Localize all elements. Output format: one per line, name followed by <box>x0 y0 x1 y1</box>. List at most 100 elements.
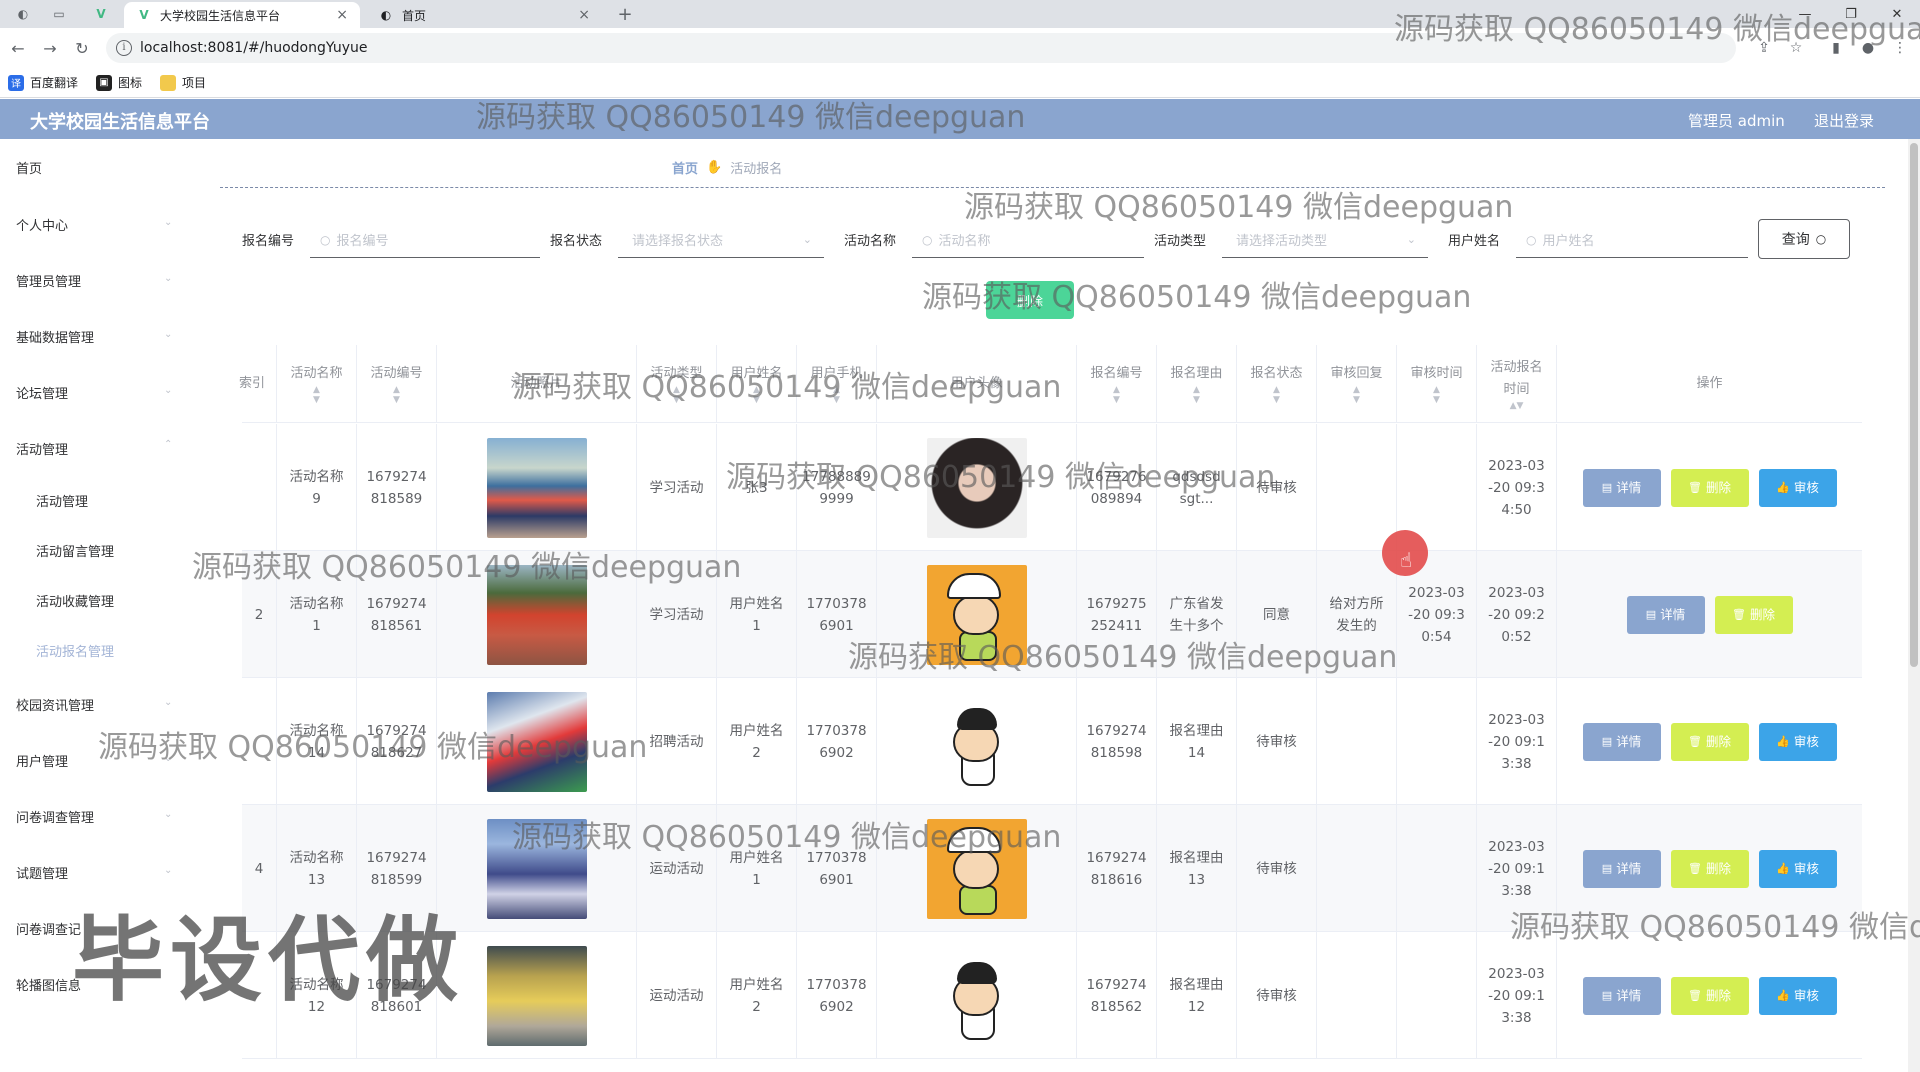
sort-icon[interactable]: ▲▼ <box>833 385 840 405</box>
query-button[interactable]: 查询 ○ <box>1758 219 1850 259</box>
bookmark-project[interactable]: 项目 <box>160 74 206 91</box>
status-select[interactable]: 请选择报名状态 ⌄ <box>618 222 824 258</box>
bookmark-translate[interactable]: 译 百度翻译 <box>8 74 78 91</box>
col-activity-type[interactable]: 活动类型 ▲ ▼ <box>636 345 716 423</box>
audit-button[interactable]: 👍 审核 <box>1758 849 1837 888</box>
activity-photo[interactable] <box>486 437 587 538</box>
activity-name-input[interactable]: ○ 活动名称 <box>912 222 1144 258</box>
detail-button[interactable]: ▤ 详情 <box>1582 722 1661 761</box>
header-label: 审核回复 <box>1330 366 1383 381</box>
reload-button[interactable]: ↻ <box>70 36 94 60</box>
cell-user-phone: 1770378 6901 <box>796 551 876 678</box>
col-signup-time[interactable]: 活动报名时间 ▲▼ <box>1476 345 1556 423</box>
detail-button[interactable]: ▤ 详情 <box>1582 976 1661 1015</box>
sort-icon[interactable]: ▲▼ <box>1273 385 1280 405</box>
close-window-button[interactable]: ✕ <box>1874 0 1920 28</box>
sort-icon[interactable]: ▲▼ <box>1193 385 1200 405</box>
pinned-tab-3[interactable]: V <box>86 3 116 25</box>
page-scrollbar[interactable] <box>1908 139 1920 1072</box>
bookmark-icons[interactable]: ▣ 图标 <box>96 74 142 91</box>
menu-icon[interactable]: ⋮ <box>1890 38 1910 58</box>
col-signup-no[interactable]: 报名编号 ▲ ▼ <box>1076 345 1156 423</box>
col-reply[interactable]: 审核回复 ▲ ▼ <box>1316 345 1396 423</box>
tab-platform[interactable]: V 大学校园生活信息平台 × <box>124 2 360 28</box>
pinned-tab-1[interactable]: ◐ <box>8 3 38 25</box>
close-icon[interactable]: × <box>336 7 348 23</box>
delete-button[interactable]: 🗑 删除 <box>1670 468 1749 507</box>
user-avatar[interactable] <box>926 564 1027 665</box>
sort-icon[interactable]: ▲▼ <box>1433 385 1440 405</box>
tab-home[interactable]: ◐ 首页 × <box>366 2 602 28</box>
info-icon[interactable]: i <box>116 40 132 56</box>
detail-button[interactable]: ▤ 详情 <box>1582 849 1661 888</box>
star-icon[interactable]: ☆ <box>1786 38 1806 58</box>
detail-button[interactable]: ▤ 详情 <box>1626 595 1705 634</box>
sidebar-item-activity[interactable]: 活动管理 <box>16 439 68 458</box>
col-status[interactable]: 报名状态 ▲ ▼ <box>1236 345 1316 423</box>
sidebar-item-questions[interactable]: 试题管理 <box>16 863 68 882</box>
signup-no-input[interactable]: ○ 报名编号 <box>310 222 540 258</box>
sort-icon[interactable]: ▲▼ <box>753 385 760 405</box>
detail-button[interactable]: ▤ 详情 <box>1582 468 1661 507</box>
sidebar-item-personal[interactable]: 个人中心 <box>16 215 68 234</box>
col-user-phone[interactable]: 用户手机 ▲ ▼ <box>796 345 876 423</box>
profile-icon[interactable]: ● <box>1858 38 1878 58</box>
share-icon[interactable]: ⇪ <box>1754 38 1774 58</box>
sidebar-item-survey[interactable]: 问卷调查管理 <box>16 807 94 826</box>
sort-icon[interactable]: ▲▼ <box>1353 385 1360 405</box>
sidebar-subitem-activity-comments[interactable]: 活动留言管理 <box>36 541 114 560</box>
user-avatar[interactable] <box>926 945 1027 1046</box>
sidebar-subitem-activity-signup[interactable]: 活动报名管理 <box>36 641 114 660</box>
delete-button[interactable]: 🗑 删除 <box>1670 722 1749 761</box>
sidebar-item-basedata[interactable]: 基础数据管理 <box>16 327 94 346</box>
minimize-button[interactable]: — <box>1782 0 1828 28</box>
user-avatar[interactable] <box>926 437 1027 538</box>
address-bar[interactable]: i localhost:8081/#/huodongYuyue <box>106 33 1736 63</box>
tab-title: 首页 <box>402 8 427 23</box>
user-avatar[interactable] <box>926 818 1027 919</box>
delete-button[interactable]: 🗑 删除 <box>1670 849 1749 888</box>
user-name-input[interactable]: ○ 用户姓名 <box>1516 222 1748 258</box>
sort-icon[interactable]: ▲▼ <box>393 385 400 405</box>
maximize-button[interactable]: ❐ <box>1828 0 1874 28</box>
sort-icon[interactable]: ▲▼ <box>1113 385 1120 405</box>
breadcrumb-home[interactable]: 首页 <box>672 158 698 177</box>
logout-link[interactable]: 退出登录 <box>1814 110 1874 131</box>
user-avatar[interactable] <box>926 691 1027 792</box>
back-button[interactable]: ← <box>6 36 30 60</box>
sidebar-subitem-activity-favorites[interactable]: 活动收藏管理 <box>36 591 114 610</box>
activity-photo[interactable] <box>486 691 587 792</box>
col-activity-code[interactable]: 活动编号 ▲ ▼ <box>356 345 436 423</box>
sidebar-item-home[interactable]: 首页 <box>16 158 42 177</box>
sidebar-item-admins[interactable]: 管理员管理 <box>16 271 81 290</box>
activity-photo[interactable] <box>486 818 587 919</box>
activity-photo[interactable] <box>486 564 587 665</box>
sidebar-item-users[interactable]: 用户管理 <box>16 751 68 770</box>
sidebar-item-news[interactable]: 校园资讯管理 <box>16 695 94 714</box>
col-audit-time[interactable]: 审核时间 ▲ ▼ <box>1396 345 1476 423</box>
sidepanel-icon[interactable]: ▮ <box>1826 38 1846 58</box>
audit-button[interactable]: 👍 审核 <box>1758 722 1837 761</box>
sort-icon[interactable]: ▲▼ <box>313 385 320 405</box>
delete-button[interactable]: 🗑 删除 <box>1714 595 1793 634</box>
sidebar-subitem-activity-manage[interactable]: 活动管理 <box>36 491 88 510</box>
forward-button[interactable]: → <box>38 36 62 60</box>
type-select[interactable]: 请选择活动类型 ⌄ <box>1222 222 1428 258</box>
sort-icon[interactable]: ▲▼ <box>1510 401 1524 411</box>
col-reason[interactable]: 报名理由 ▲ ▼ <box>1156 345 1236 423</box>
audit-button[interactable]: 👍 审核 <box>1758 976 1837 1015</box>
new-tab-button[interactable]: + <box>612 2 638 26</box>
audit-button[interactable]: 👍 审核 <box>1758 468 1837 507</box>
sidebar-item-forum[interactable]: 论坛管理 <box>16 383 68 402</box>
sort-icon[interactable]: ▲▼ <box>673 385 680 405</box>
activity-photo[interactable] <box>486 945 587 1046</box>
bookmark-label: 图标 <box>118 76 143 90</box>
col-activity-name[interactable]: 活动名称 ▲ ▼ <box>276 345 356 423</box>
scrollbar-thumb[interactable] <box>1910 143 1918 667</box>
cell-reply <box>1316 932 1396 1059</box>
pinned-tab-2[interactable]: ▭ <box>44 3 74 25</box>
close-icon[interactable]: × <box>578 7 590 23</box>
bulk-delete-button[interactable]: 删除 <box>986 281 1074 319</box>
col-user-name[interactable]: 用户姓名 ▲ ▼ <box>716 345 796 423</box>
delete-button[interactable]: 🗑 删除 <box>1670 976 1749 1015</box>
